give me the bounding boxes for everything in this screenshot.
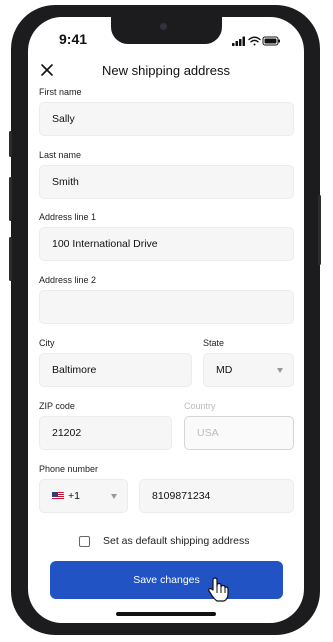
last-name-field[interactable]: Smith: [39, 165, 294, 199]
power-button: [318, 195, 321, 265]
zip-field[interactable]: 21202: [39, 416, 172, 450]
mute-switch: [9, 131, 12, 157]
wifi-icon: [248, 36, 261, 46]
volume-up-button: [9, 177, 12, 221]
phone-country-code: +1: [68, 490, 80, 502]
country-label: Country: [184, 401, 216, 411]
default-address-option[interactable]: Set as default shipping address: [79, 535, 250, 547]
status-time: 9:41: [59, 31, 88, 47]
page-title: New shipping address: [102, 63, 230, 78]
notch: [111, 17, 222, 44]
address-line-2-field[interactable]: [39, 290, 294, 324]
phone-number-field[interactable]: 8109871234: [139, 479, 294, 513]
zip-label: ZIP code: [39, 401, 75, 411]
dropdown-arrow-icon: [277, 368, 283, 373]
phone-label: Phone number: [39, 464, 99, 474]
dropdown-arrow-icon: [111, 494, 117, 499]
camera-icon: [160, 23, 167, 30]
hand-cursor-icon: [207, 577, 229, 608]
city-label: City: [39, 338, 55, 348]
address-line-1-label: Address line 1: [39, 212, 97, 222]
header: New shipping address: [28, 62, 304, 82]
signal-icon: [232, 36, 245, 46]
last-name-label: Last name: [39, 150, 82, 160]
home-indicator: [116, 612, 216, 616]
state-value: MD: [216, 364, 233, 376]
first-name-label: First name: [39, 87, 82, 97]
status-icons: [232, 33, 282, 51]
default-address-checkbox[interactable]: [79, 535, 90, 547]
first-name-field[interactable]: Sally: [39, 102, 294, 136]
save-changes-button[interactable]: Save changes: [50, 561, 283, 599]
state-label: State: [203, 338, 225, 348]
volume-down-button: [9, 237, 12, 281]
us-flag-icon: [52, 492, 64, 500]
app-screen: 9:41 New shipping address First name Sal…: [28, 17, 304, 623]
city-field[interactable]: Baltimore: [39, 353, 192, 387]
battery-icon: [262, 36, 280, 46]
default-address-label: Set as default shipping address: [103, 535, 250, 547]
phone-country-code-select[interactable]: +1: [39, 479, 128, 513]
country-field: USA: [184, 416, 294, 450]
address-line-2-label: Address line 2: [39, 275, 97, 285]
state-select[interactable]: MD: [203, 353, 294, 387]
address-line-1-field[interactable]: 100 International Drive: [39, 227, 294, 261]
